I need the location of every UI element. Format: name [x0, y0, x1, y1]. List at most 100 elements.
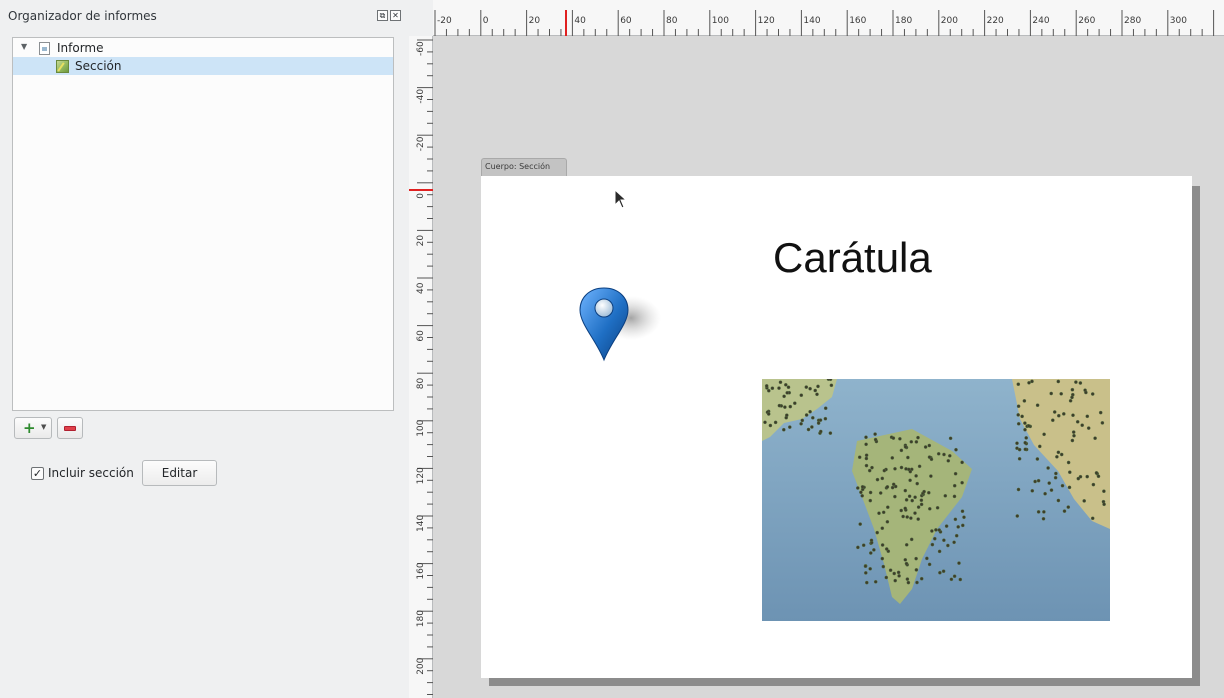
map-point [943, 494, 948, 498]
map-point [864, 442, 868, 447]
map-point [1036, 510, 1041, 514]
map-point [1056, 379, 1061, 384]
map-point [1043, 491, 1047, 496]
map-point [953, 471, 958, 476]
map-point [914, 474, 918, 478]
report-tree[interactable]: ▼ Informe Sección [12, 37, 394, 411]
ruler-label: 0 [483, 16, 489, 26]
map-point [1056, 413, 1061, 418]
map-point [1023, 421, 1027, 425]
map-point [906, 455, 910, 460]
map-point [1054, 471, 1058, 476]
ruler-label: 180 [416, 610, 426, 627]
map-point [1047, 481, 1052, 485]
map-point [1016, 422, 1021, 426]
ruler-label: 80 [666, 16, 678, 26]
map-point [823, 406, 828, 411]
map-point [906, 580, 911, 585]
map-point [873, 579, 878, 584]
ruler-label: 100 [416, 419, 426, 436]
map-point [922, 489, 926, 494]
remove-section-button[interactable] [57, 417, 83, 439]
map-point [782, 394, 786, 399]
map-point [872, 548, 876, 552]
map-point [1102, 502, 1106, 507]
page-title-label[interactable]: Carátula [773, 234, 932, 282]
map-point [884, 575, 889, 580]
map-point [958, 577, 963, 582]
map-point [856, 486, 860, 490]
map-point [860, 494, 864, 498]
map-point [1091, 482, 1096, 487]
ruler-label: 160 [416, 562, 426, 579]
map-point [1068, 398, 1073, 403]
map-point [937, 528, 941, 532]
map-point [890, 456, 895, 460]
map-point [917, 464, 922, 469]
map-item[interactable] [762, 379, 1110, 621]
map-point [811, 416, 815, 420]
map-point [1060, 483, 1065, 488]
map-point [1046, 466, 1050, 470]
map-point [1017, 457, 1022, 461]
map-point [860, 485, 865, 489]
map-point [785, 390, 790, 395]
map-point [888, 568, 893, 572]
layout-canvas[interactable]: Cuerpo: Sección Carátula [433, 36, 1224, 698]
map-point [773, 420, 778, 425]
map-point [1049, 391, 1054, 396]
ruler-label: -20 [437, 16, 452, 26]
map-point [1071, 430, 1076, 434]
map-point [1070, 438, 1075, 443]
map-point [916, 505, 921, 509]
map-point [925, 556, 929, 561]
add-section-button[interactable]: + ▼ [14, 417, 52, 439]
map-point [1023, 427, 1027, 432]
map-point [899, 465, 904, 470]
float-panel-button[interactable]: ⧉ [377, 10, 388, 21]
map-point [952, 494, 957, 499]
map-point [1016, 487, 1021, 492]
map-point [952, 574, 957, 578]
map-point [957, 561, 961, 565]
tree-item-seccion[interactable]: Sección [13, 57, 393, 75]
map-point [1066, 505, 1071, 509]
include-section-checkbox[interactable]: ✓ [31, 467, 44, 480]
map-point [1090, 516, 1095, 521]
ruler-label: 60 [620, 16, 632, 26]
ruler-label: 120 [416, 467, 426, 484]
map-point [903, 506, 907, 511]
map-point [870, 465, 874, 470]
map-pin-icon[interactable] [576, 284, 666, 364]
section-tab[interactable]: Cuerpo: Sección [481, 158, 567, 176]
map-point [893, 494, 897, 499]
report-organizer-panel: Organizador de informes ⧉ ✕ ▼ Informe Se… [0, 0, 409, 698]
map-point [882, 468, 887, 473]
map-point [946, 459, 951, 463]
map-point [875, 477, 880, 482]
edit-button[interactable]: Editar [142, 460, 217, 486]
map-point [1085, 414, 1090, 419]
ruler-label: 200 [941, 16, 958, 26]
map-point [885, 519, 890, 524]
map-point [914, 556, 918, 561]
map-point [915, 481, 919, 486]
map-point [962, 515, 966, 519]
vertical-ruler: -60 -40 -20 0 20 40 60 80 100 120 140 160 180 200 [409, 36, 433, 698]
expand-arrow-icon[interactable]: ▼ [21, 42, 27, 51]
document-icon [39, 42, 50, 55]
map-point [923, 445, 928, 449]
ruler-label: 120 [758, 16, 775, 26]
map-point [864, 453, 869, 457]
map-point [864, 463, 869, 468]
ruler-label: 20 [529, 16, 541, 26]
map-point [909, 516, 913, 520]
panel-title: Organizador de informes [8, 9, 157, 23]
close-panel-button[interactable]: ✕ [390, 10, 401, 21]
map-point [905, 577, 910, 581]
report-page[interactable]: Carátula [481, 176, 1192, 678]
map-point [828, 431, 833, 435]
map-point [886, 505, 890, 509]
tree-item-informe[interactable]: ▼ Informe [13, 39, 393, 57]
map-point [869, 551, 873, 555]
